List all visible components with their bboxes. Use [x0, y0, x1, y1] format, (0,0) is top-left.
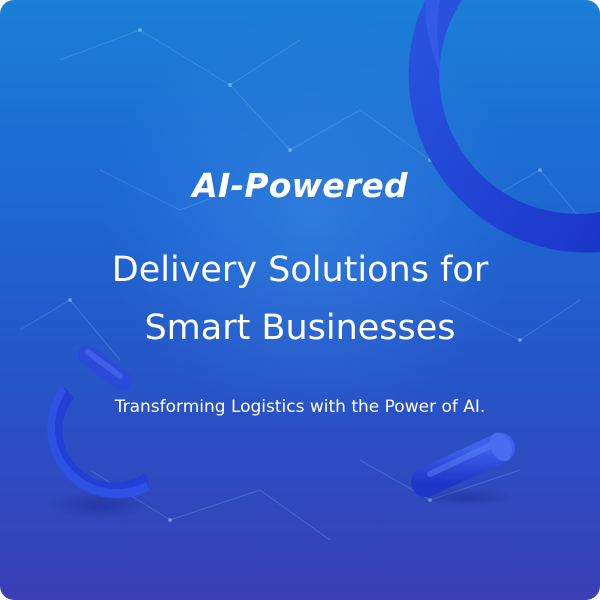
headline: Delivery Solutions for Smart Businesses [0, 241, 600, 357]
headline-line-2: Smart Businesses [144, 308, 456, 348]
headline-accent: AI-Powered [192, 166, 408, 205]
ring-shape-icon [408, 0, 600, 253]
subtitle: Transforming Logistics with the Power of… [114, 397, 486, 417]
cylinder-shape-icon [411, 432, 515, 506]
headline-line-1: Delivery Solutions for [111, 250, 489, 290]
promo-banner: AI-Powered Delivery Solutions for Smart … [0, 0, 600, 600]
